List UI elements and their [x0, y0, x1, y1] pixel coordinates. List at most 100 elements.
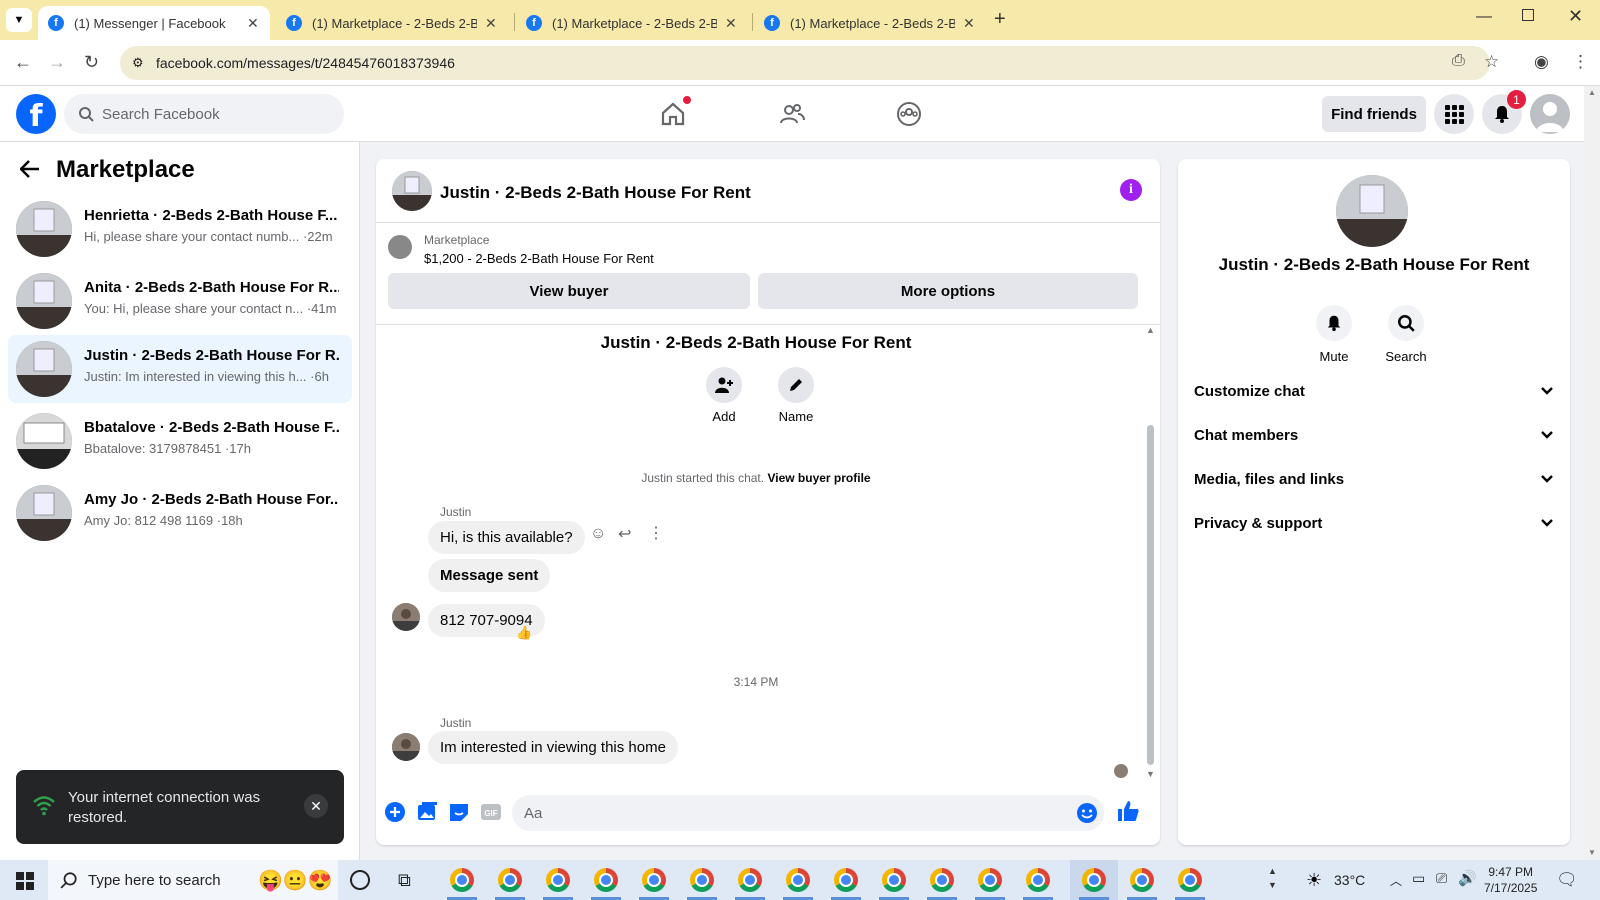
restore-window-icon[interactable] [1522, 9, 1534, 21]
scroll-up-arrow-icon[interactable]: ▲ [1146, 325, 1155, 335]
scroll-down-arrow-icon[interactable]: ▼ [1146, 769, 1155, 779]
notification-center-icon[interactable]: 🗨 [1556, 870, 1578, 890]
meet-now-icon[interactable]: ⎚ [1436, 870, 1447, 887]
conversation-item[interactable]: Anita · 2-Beds 2-Bath House For R... You… [8, 267, 352, 335]
more-actions-icon[interactable]: ⋮ [648, 523, 664, 543]
page-scrollbar[interactable]: ▲ ▼ [1584, 86, 1600, 860]
chrome-taskbar-icon[interactable] [450, 868, 474, 892]
system-clock[interactable]: 9:47 PM 7/17/2025 [1484, 864, 1537, 896]
chrome-taskbar-icon[interactable] [882, 868, 906, 892]
conversation-item[interactable]: Bbatalove · 2-Beds 2-Bath House F... Bba… [8, 407, 352, 475]
chat-avatar[interactable] [392, 171, 432, 211]
friends-icon[interactable] [776, 98, 808, 130]
chrome-taskbar-icon[interactable] [546, 868, 570, 892]
browser-tab-marketplace-2[interactable]: f (1) Marketplace - 2-Beds 2-Bath ✕ [516, 6, 748, 40]
account-avatar[interactable] [1530, 94, 1570, 134]
back-arrow-icon[interactable] [19, 160, 40, 183]
close-tab-icon[interactable]: ✕ [247, 15, 259, 32]
chrome-taskbar-icon[interactable] [786, 868, 810, 892]
new-tab-icon[interactable]: + [994, 8, 1006, 31]
search-in-conversation-button[interactable]: Search [1376, 305, 1436, 364]
close-tab-icon[interactable]: ✕ [963, 15, 975, 32]
windows-start-icon[interactable] [16, 872, 34, 895]
chat-members-section[interactable]: Chat members [1194, 415, 1554, 455]
conversation-item[interactable]: Henrietta · 2-Beds 2-Bath House F... Hi,… [8, 195, 352, 263]
media-files-links-section[interactable]: Media, files and links [1194, 459, 1554, 499]
close-tab-icon[interactable]: ✕ [725, 15, 737, 32]
attach-photo-icon[interactable] [416, 801, 438, 823]
minimize-window-icon[interactable]: — [1476, 8, 1492, 26]
chrome-taskbar-icon[interactable] [834, 868, 858, 892]
conversation-info-icon[interactable]: i [1120, 179, 1142, 201]
weather-temperature[interactable]: 33°C [1334, 872, 1365, 888]
browser-tab-messenger[interactable]: f (1) Messenger | Facebook ✕ [38, 6, 270, 40]
chrome-taskbar-icon[interactable] [1130, 868, 1154, 892]
chrome-taskbar-icon[interactable] [594, 868, 618, 892]
privacy-support-section[interactable]: Privacy & support [1194, 503, 1554, 543]
taskbar-scroll-arrows-icon[interactable]: ▲ ▼ [1268, 864, 1277, 892]
browser-tab-marketplace-1[interactable]: f (1) Marketplace - 2-Beds 2-Bath ✕ [276, 6, 508, 40]
url-field[interactable]: ⚙ facebook.com/messages/t/24845476018373… [120, 46, 1490, 80]
task-view-icon[interactable]: ⧉ [398, 870, 411, 891]
reload-icon[interactable]: ↻ [84, 52, 99, 73]
weather-icon[interactable]: ☀ [1306, 870, 1322, 891]
chat-title[interactable]: Justin · 2-Beds 2-Bath House For Rent [440, 183, 751, 203]
close-tab-icon[interactable]: ✕ [485, 15, 497, 32]
cortana-icon[interactable] [350, 870, 370, 890]
message-bubble[interactable]: Message sent [428, 559, 551, 592]
conversation-item-selected[interactable]: Justin · 2-Beds 2-Bath House For R... Ju… [8, 335, 352, 403]
chat-scrollbar[interactable] [1147, 425, 1154, 765]
find-friends-button[interactable]: Find friends [1322, 96, 1426, 132]
menu-kebab-icon[interactable]: ⋮ [1572, 52, 1589, 72]
chrome-taskbar-icon[interactable] [978, 868, 1002, 892]
taskbar-search-input[interactable]: Type here to search 😝😐😍 [48, 860, 338, 900]
facebook-search-input[interactable]: Search Facebook [64, 94, 344, 134]
bookmark-star-icon[interactable]: ☆ [1484, 52, 1499, 72]
thumbs-up-reaction[interactable]: 👍 [516, 625, 532, 641]
conversation-item[interactable]: Amy Jo · 2-Beds 2-Bath House For... Amy … [8, 479, 352, 547]
groups-icon[interactable] [893, 98, 925, 130]
emoji-icon[interactable] [1076, 802, 1098, 828]
reply-icon[interactable]: ↩ [618, 524, 631, 544]
profile-icon[interactable]: ◉ [1534, 52, 1549, 72]
message-bubble[interactable]: Hi, is this available? [428, 521, 585, 554]
chrome-taskbar-icon[interactable] [738, 868, 762, 892]
scroll-up-arrow-icon[interactable]: ▲ [1588, 88, 1596, 97]
close-window-icon[interactable]: ✕ [1568, 6, 1583, 27]
volume-icon[interactable]: 🔊 [1458, 869, 1477, 887]
listing-price[interactable]: $1,200 - 2-Beds 2-Bath House For Rent [424, 251, 654, 266]
message-bubble[interactable]: Im interested in viewing this home [428, 731, 678, 764]
forward-arrow-icon[interactable]: → [48, 52, 66, 73]
site-info-icon[interactable]: ⚙ [132, 55, 144, 71]
more-options-button[interactable]: More options [758, 273, 1138, 309]
plus-actions-icon[interactable] [384, 801, 406, 823]
thumbs-up-send-icon[interactable] [1116, 799, 1139, 821]
scroll-down-arrow-icon[interactable]: ▼ [1588, 848, 1596, 857]
close-toast-icon[interactable]: ✕ [304, 794, 328, 818]
chrome-taskbar-icon[interactable] [1082, 868, 1106, 892]
show-hidden-icons-chevron-icon[interactable]: ︿ [1390, 872, 1402, 889]
customize-chat-section[interactable]: Customize chat [1194, 371, 1554, 411]
view-buyer-profile-link[interactable]: View buyer profile [767, 471, 870, 485]
react-smiley-icon[interactable]: ☺ [590, 525, 606, 543]
install-app-icon[interactable]: ⎙ [1452, 52, 1465, 70]
view-buyer-button[interactable]: View buyer [388, 273, 750, 309]
facebook-logo-icon[interactable]: f [16, 94, 56, 134]
back-arrow-icon[interactable]: ← [14, 52, 32, 73]
chrome-taskbar-icon[interactable] [498, 868, 522, 892]
sticker-icon[interactable] [448, 801, 470, 823]
mute-button[interactable]: Mute [1304, 305, 1364, 364]
chrome-taskbar-icon[interactable] [1178, 868, 1202, 892]
chrome-taskbar-icon[interactable] [930, 868, 954, 892]
chrome-taskbar-icon[interactable] [642, 868, 666, 892]
name-chat-button[interactable]: Name [766, 367, 826, 424]
gif-icon[interactable]: GIF [480, 801, 502, 823]
apps-menu-icon[interactable] [1434, 94, 1474, 134]
home-icon[interactable] [657, 96, 691, 130]
add-people-button[interactable]: Add [694, 367, 754, 424]
message-input[interactable]: Aa [512, 795, 1104, 831]
browser-tab-marketplace-3[interactable]: f (1) Marketplace - 2-Beds 2-Bath ✕ [754, 6, 986, 40]
chrome-taskbar-icon[interactable] [1026, 868, 1050, 892]
tab-search-dropdown-icon[interactable]: ▼ [6, 8, 32, 32]
chrome-taskbar-icon[interactable] [690, 868, 714, 892]
